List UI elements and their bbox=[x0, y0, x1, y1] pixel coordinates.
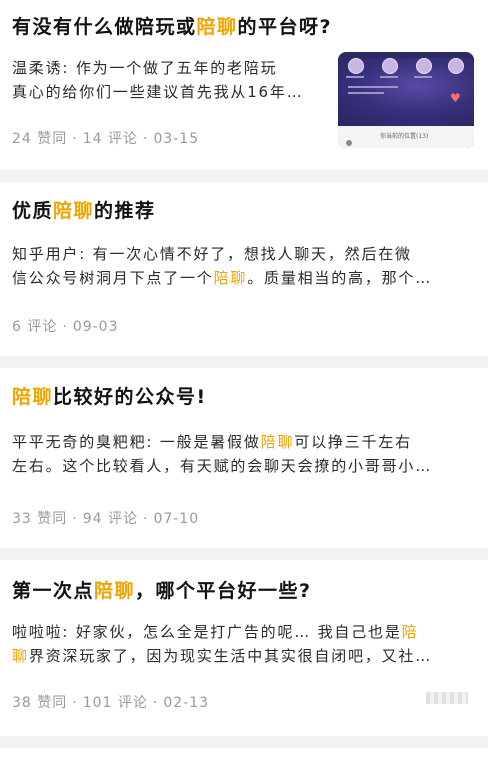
excerpt-text: 真心的给你们一些建议首先我从16年… bbox=[12, 83, 304, 101]
avatar bbox=[348, 58, 364, 74]
title-text: 第一次点 bbox=[12, 580, 95, 602]
author-name: 知乎用户: bbox=[12, 245, 87, 263]
card-excerpt[interactable]: 平平无奇的臭粑粑: 一般是暑假做陪聊可以挣三千左右 左右。这个比较看人，有天赋的… bbox=[12, 430, 478, 478]
like-count: 24 赞同 bbox=[12, 131, 68, 147]
card-meta: 24 赞同 · 14 评论 · 03-15 bbox=[12, 131, 200, 147]
title-keyword: 陪聊 bbox=[53, 200, 95, 222]
card-title[interactable]: 有没有什么做陪玩或陪聊的平台呀? bbox=[12, 12, 332, 39]
excerpt-keyword: 陪 bbox=[401, 623, 419, 641]
feed-card[interactable]: 有没有什么做陪玩或陪聊的平台呀? 温柔诱: 作为一个做了五年的老陪玩 真心的给你… bbox=[0, 0, 488, 170]
card-excerpt[interactable]: 知乎用户: 有一次心情不好了，想找人聊天，然后在微 信公众号树洞月下点了一个陪聊… bbox=[12, 242, 478, 290]
watermark bbox=[426, 692, 468, 704]
author-name: 啦啦啦: bbox=[12, 623, 70, 641]
card-meta: 38 赞同 · 101 评论 · 02-13 bbox=[12, 695, 210, 711]
author-name: 温柔诱: bbox=[12, 59, 70, 77]
card-divider bbox=[0, 170, 488, 182]
title-text: 的推荐 bbox=[94, 200, 156, 222]
excerpt-text: 。质量相当的高，那个… bbox=[247, 269, 433, 287]
title-keyword: 陪聊 bbox=[94, 580, 136, 602]
comment-count: 14 评论 bbox=[82, 131, 138, 147]
title-text: 优质 bbox=[12, 200, 54, 222]
card-divider bbox=[0, 548, 488, 560]
thumbnail-footer: 你当前的位置(13) bbox=[338, 126, 474, 148]
thumbnail-caption: 你当前的位置(13) bbox=[380, 133, 429, 140]
feed-card[interactable]: 优质陪聊的推荐 知乎用户: 有一次心情不好了，想找人聊天，然后在微 信公众号树洞… bbox=[0, 182, 488, 356]
avatar-label bbox=[348, 92, 384, 94]
like-count: 38 赞同 bbox=[12, 695, 68, 711]
avatar-label bbox=[414, 76, 432, 78]
excerpt-keyword: 聊 bbox=[12, 647, 29, 665]
excerpt-text: 有一次心情不好了，想找人聊天，然后在微 bbox=[92, 245, 412, 263]
card-excerpt[interactable]: 啦啦啦: 好家伙，怎么全是打广告的呢… 我自己也是陪 聊界资深玩家了，因为现实生… bbox=[12, 620, 478, 668]
excerpt-text: 可以挣三千左右 bbox=[294, 433, 412, 451]
card-title[interactable]: 第一次点陪聊，哪个平台好一些? bbox=[12, 576, 312, 603]
card-meta: 33 赞同 · 94 评论 · 07-10 bbox=[12, 511, 200, 527]
post-date: 02-13 bbox=[163, 695, 210, 711]
author-name: 平平无奇的臭粑粑: bbox=[12, 433, 154, 451]
post-date: 09-03 bbox=[72, 319, 119, 335]
card-divider bbox=[0, 356, 488, 368]
comment-count: 6 评论 bbox=[12, 319, 58, 335]
comment-count: 101 评论 bbox=[82, 695, 148, 711]
excerpt-keyword: 陪聊 bbox=[260, 433, 295, 451]
avatar-label bbox=[380, 76, 398, 78]
like-count: 33 赞同 bbox=[12, 511, 68, 527]
card-excerpt[interactable]: 温柔诱: 作为一个做了五年的老陪玩 真心的给你们一些建议首先我从16年… bbox=[12, 56, 322, 104]
card-divider bbox=[0, 736, 488, 748]
post-date: 03-15 bbox=[153, 131, 200, 147]
card-title[interactable]: 优质陪聊的推荐 bbox=[12, 196, 156, 223]
avatar-label bbox=[348, 86, 398, 88]
excerpt-text: 信公众号树洞月下点了一个 bbox=[12, 269, 214, 287]
excerpt-keyword: 陪聊 bbox=[213, 269, 248, 287]
post-date: 07-10 bbox=[153, 511, 200, 527]
excerpt-text: 界资深玩家了，因为现实生活中其实很自闭吧，又社… bbox=[28, 647, 433, 665]
title-text: 有没有什么做陪玩或 bbox=[12, 16, 197, 38]
avatar-label bbox=[346, 76, 364, 78]
title-keyword: 陪聊 bbox=[196, 16, 238, 38]
comment-count: 94 评论 bbox=[82, 511, 138, 527]
answer-feed: 有没有什么做陪玩或陪聊的平台呀? 温柔诱: 作为一个做了五年的老陪玩 真心的给你… bbox=[0, 0, 488, 748]
heart-icon: ♥ bbox=[450, 91, 461, 105]
avatar bbox=[448, 58, 464, 74]
answer-thumbnail[interactable]: ♥ 你当前的位置(13) bbox=[338, 52, 474, 148]
title-text: 的平台呀? bbox=[237, 16, 333, 38]
title-text: 比较好的公众号! bbox=[53, 386, 207, 408]
avatar bbox=[416, 58, 432, 74]
title-text: ，哪个平台好一些? bbox=[135, 580, 312, 602]
feed-card[interactable]: 第一次点陪聊，哪个平台好一些? 啦啦啦: 好家伙，怎么全是打广告的呢… 我自己也… bbox=[0, 560, 488, 736]
avatar bbox=[382, 58, 398, 74]
excerpt-text: 好家伙，怎么全是打广告的呢… 我自己也是 bbox=[75, 623, 402, 641]
card-title[interactable]: 陪聊比较好的公众号! bbox=[12, 382, 207, 409]
feed-card[interactable]: 陪聊比较好的公众号! 平平无奇的臭粑粑: 一般是暑假做陪聊可以挣三千左右 左右。… bbox=[0, 368, 488, 548]
title-keyword: 陪聊 bbox=[12, 386, 54, 408]
card-meta: 6 评论 · 09-03 bbox=[12, 319, 119, 335]
excerpt-text: 作为一个做了五年的老陪玩 bbox=[75, 59, 278, 77]
excerpt-text: 一般是暑假做 bbox=[159, 433, 261, 451]
avatar bbox=[346, 140, 352, 146]
excerpt-text: 左右。这个比较看人，有天赋的会聊天会撩的小哥哥小… bbox=[12, 457, 433, 475]
